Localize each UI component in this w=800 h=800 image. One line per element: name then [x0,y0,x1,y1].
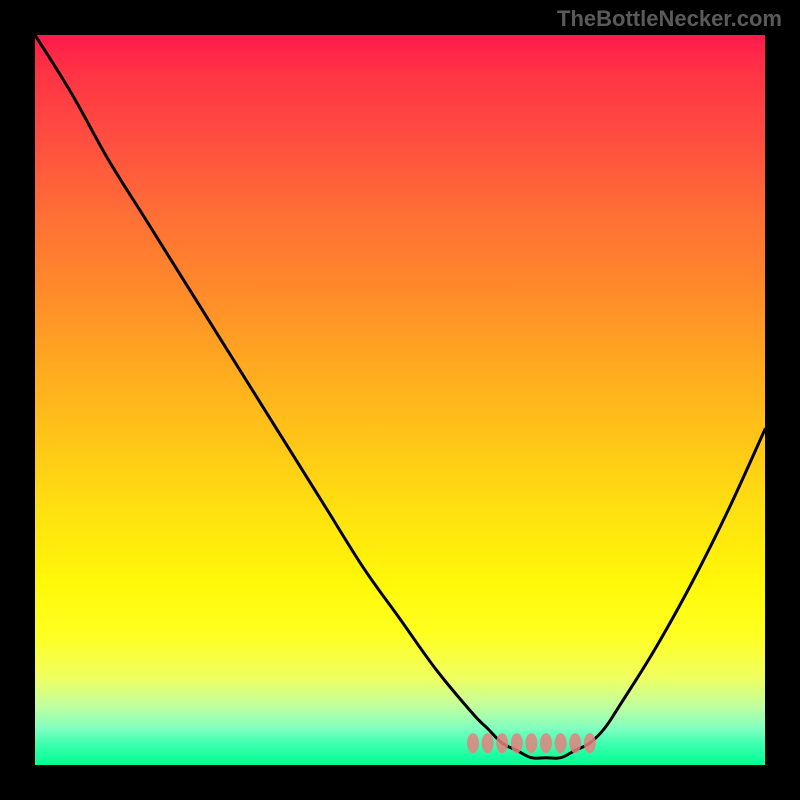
optimal-marker [525,733,537,753]
optimal-marker [511,733,523,753]
optimal-marker [496,733,508,753]
optimal-marker [555,733,567,753]
optimal-marker [569,733,581,753]
bottleneck-curve-path [35,35,765,758]
optimal-marker [584,733,596,753]
curve-layer [35,35,765,758]
marker-layer [467,733,596,753]
optimal-marker [482,733,494,753]
attribution-watermark: TheBottleNecker.com [557,6,782,32]
bottleneck-chart [35,35,765,765]
optimal-marker [540,733,552,753]
optimal-marker [467,733,479,753]
